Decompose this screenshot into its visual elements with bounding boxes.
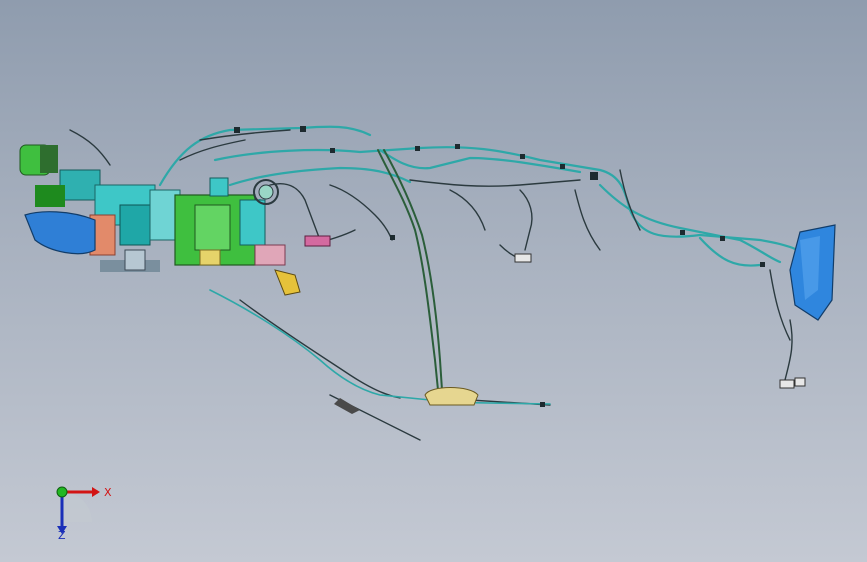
branch-end-connectors [334,377,806,414]
vertical-harness [377,149,443,391]
bottom-connector [424,387,479,406]
left-blue-housing [24,211,96,255]
harness-clips [234,126,765,407]
y-axis-dot [56,486,68,498]
z-axis-label: Z [58,529,66,542]
axis-triad[interactable]: X Z [44,482,114,552]
x-axis-label: X [104,486,112,499]
graphics-viewport[interactable]: X Z [0,0,867,562]
left-component-cluster [19,144,181,272]
wiring-harness-model[interactable] [0,0,867,562]
lower-harness [209,289,551,405]
center-component-cluster [174,177,532,296]
